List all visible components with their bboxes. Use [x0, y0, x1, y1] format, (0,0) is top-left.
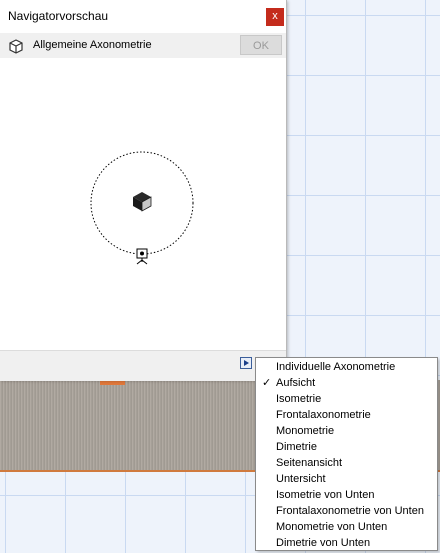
menu-item-isometrie-von-unten[interactable]: Isometrie von Unten: [256, 487, 437, 503]
menu-item-monometrie[interactable]: Monometrie: [256, 423, 437, 439]
menu-item-aufsicht[interactable]: ✓ Aufsicht: [256, 375, 437, 391]
menu-item-label: Monometrie: [276, 425, 335, 437]
preview-area[interactable]: [0, 58, 286, 350]
menu-item-label: Individuelle Axonometrie: [276, 361, 396, 373]
menu-item-frontalaxonometrie[interactable]: Frontalaxonometrie: [256, 407, 437, 423]
current-view-name: Allgemeine Axonometrie: [33, 39, 152, 51]
menu-item-label: Aufsicht: [276, 377, 316, 389]
menu-item-seitenansicht[interactable]: Seitenansicht: [256, 455, 437, 471]
cube-icon: [133, 192, 152, 212]
menu-item-monometrie-von-unten[interactable]: Monometrie von Unten: [256, 519, 437, 535]
menu-item-label: Untersicht: [276, 473, 326, 485]
view-type-menu: Individuelle Axonometrie ✓ Aufsicht Isome…: [255, 357, 438, 551]
preview-canvas: [90, 151, 194, 265]
panel-title: Navigatorvorschau: [8, 9, 109, 23]
view-bar: Allgemeine Axonometrie OK: [0, 33, 286, 58]
navigator-preview-panel: Navigatorvorschau x Allgemeine Axonometr…: [0, 0, 287, 381]
close-button[interactable]: x: [266, 8, 284, 26]
menu-item-label: Frontalaxonometrie von Unten: [276, 505, 424, 517]
check-icon: ✓: [262, 377, 272, 389]
menu-item-label: Dimetrie von Unten: [276, 537, 371, 549]
view-menu-arrow-icon[interactable]: [240, 357, 252, 369]
menu-item-label: Isometrie von Unten: [276, 489, 375, 501]
menu-item-isometrie[interactable]: Isometrie: [256, 391, 437, 407]
camera-icon[interactable]: [136, 248, 148, 265]
menu-item-frontalaxonometrie-von-unten[interactable]: Frontalaxonometrie von Unten: [256, 503, 437, 519]
menu-item-individuelle-axonometrie[interactable]: Individuelle Axonometrie: [256, 359, 437, 375]
panel-titlebar[interactable]: Navigatorvorschau x: [0, 0, 286, 32]
menu-item-label: Dimetrie: [276, 441, 317, 453]
menu-item-label: Isometrie: [276, 393, 322, 405]
cube-outline-icon: [9, 39, 23, 54]
menu-item-untersicht[interactable]: Untersicht: [256, 471, 437, 487]
menu-item-dimetrie-von-unten[interactable]: Dimetrie von Unten: [256, 535, 437, 551]
menu-item-label: Frontalaxonometrie: [276, 409, 371, 421]
menu-item-dimetrie[interactable]: Dimetrie: [256, 439, 437, 455]
menu-item-label: Seitenansicht: [276, 457, 343, 469]
ok-button[interactable]: OK: [240, 35, 282, 55]
menu-item-label: Monometrie von Unten: [276, 521, 388, 533]
